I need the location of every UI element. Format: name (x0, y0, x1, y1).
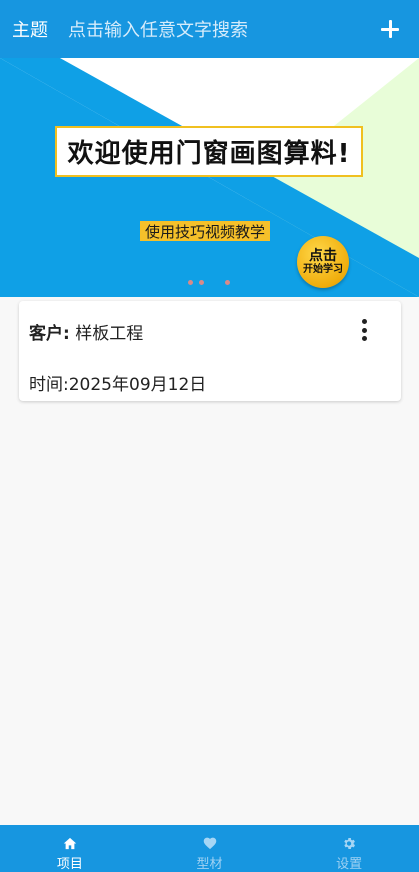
cta-line2: 开始学习 (303, 264, 343, 276)
cta-line1: 点击 (309, 247, 337, 264)
carousel-dot[interactable] (199, 280, 204, 285)
time-row: 时间:2025年09月12日 (29, 370, 206, 395)
customer-label: 客户: (29, 324, 70, 344)
project-card[interactable]: 客户: 样板工程 时间:2025年09月12日 (19, 301, 401, 401)
top-bar: 主题 点击输入任意文字搜索 (0, 0, 419, 58)
gear-icon (344, 838, 356, 849)
customer-row: 客户: 样板工程 (29, 319, 143, 344)
nav-item-settings[interactable]: 设置 (279, 825, 419, 872)
promo-banner[interactable]: 欢迎使用门窗画图算料! 使用技巧视频教学 点击 开始学习 (0, 58, 419, 297)
banner-background (0, 58, 419, 297)
bottom-nav: 项目 型材 设置 (0, 825, 419, 872)
customer-value: 样板工程 (75, 324, 144, 344)
nav-label-projects: 项目 (56, 857, 83, 872)
start-learning-button[interactable]: 点击 开始学习 (297, 236, 349, 288)
carousel-dot[interactable] (188, 280, 193, 285)
plus-icon[interactable] (377, 16, 403, 42)
carousel-dot[interactable] (225, 280, 230, 285)
banner-headline: 欢迎使用门窗画图算料! (55, 126, 363, 177)
nav-item-projects[interactable]: 项目 (0, 825, 140, 872)
carousel-indicator (188, 280, 230, 285)
time-value: 2025年09月12日 (68, 375, 207, 395)
nav-label-profiles: 型材 (196, 857, 223, 872)
time-label: 时间: (29, 375, 69, 395)
search-input[interactable]: 点击输入任意文字搜索 (68, 16, 377, 42)
banner-sub-label: 使用技巧视频教学 (140, 221, 271, 241)
nav-item-profiles[interactable]: 型材 (140, 825, 280, 872)
heart-icon (203, 837, 216, 850)
home-icon (63, 837, 77, 850)
more-vertical-icon[interactable] (357, 319, 371, 341)
theme-button[interactable]: 主题 (12, 16, 48, 42)
nav-label-settings: 设置 (336, 857, 363, 872)
